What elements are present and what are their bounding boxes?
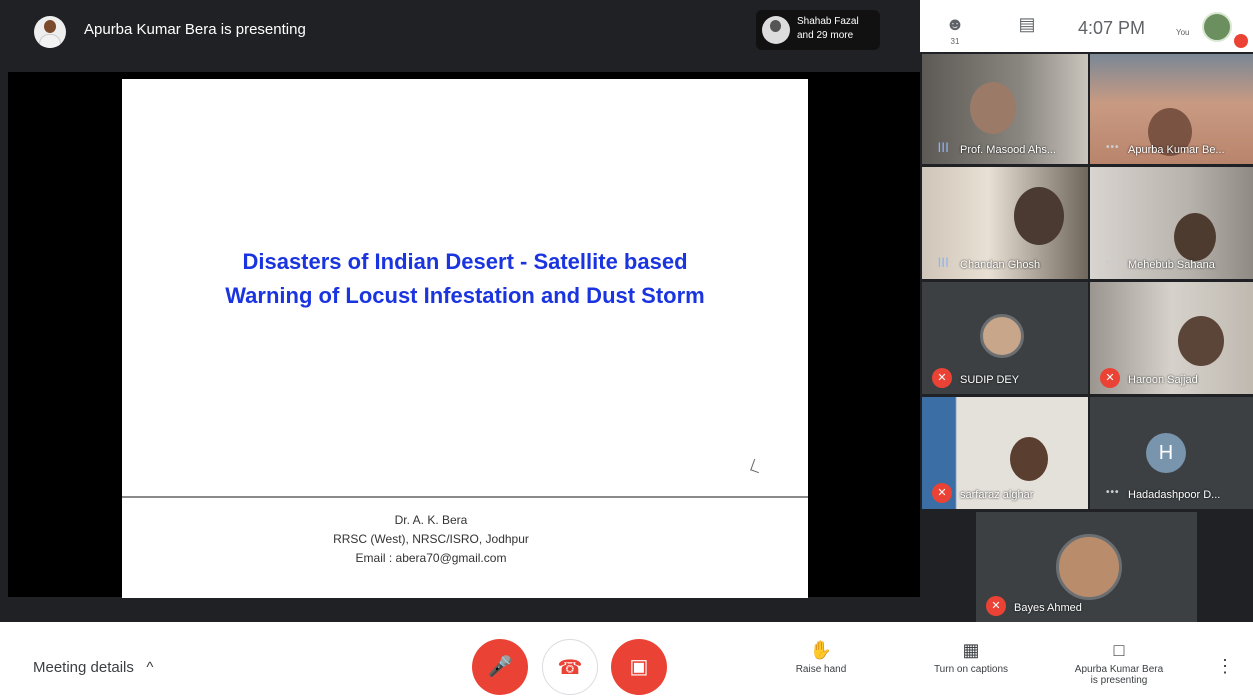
captions-label: Turn on captions [933,664,1009,675]
slide-divider [122,496,808,498]
more-vert-icon[interactable]: ⋮ [1216,656,1234,677]
self-avatar[interactable] [1202,12,1232,42]
cursor-icon [750,458,763,474]
camera-toggle-button[interactable]: ▣ [611,639,667,695]
speaking-indicator-icon: ||| [938,257,950,268]
raise-hand-label: Raise hand [795,664,847,675]
people-count: 31 [950,37,960,46]
participant-name: Chandan Ghosh [960,259,1041,271]
speaking-indicator-icon: ||| [938,142,950,153]
participant-tile[interactable]: ||| Chandan Ghosh [922,167,1088,279]
participant-tile[interactable]: ✕ SUDIP DEY [922,282,1088,394]
raise-hand-button[interactable]: ✋ Raise hand [786,640,856,675]
participant-tile[interactable]: ||| Prof. Masood Ahs... [922,54,1088,164]
meeting-toolbar-top: ☻31 ▤ 4:07 PM You [920,0,1253,52]
presenter-avatar [34,16,66,48]
audio-indicator-icon: ••• [1106,142,1120,153]
participants-chip-text: Shahab Fazal and 29 more [797,15,859,43]
participant-name: Hadadashpoor D... [1128,489,1221,501]
participant-name: SUDIP DEY [960,374,1020,386]
slide-affiliation: RRSC (West), NRSC/ISRO, Jodhpur [333,532,529,546]
participant-initial: H [1146,433,1186,473]
meeting-controls: Meeting details ^ 🎤 ☎ ▣ ✋ Raise hand ▦ T… [0,622,1253,696]
participant-name: Mehebub Sahana [1128,259,1215,271]
mic-off-icon: ✕ [932,368,952,388]
mic-off-icon: ✕ [986,596,1006,616]
participant-tile[interactable]: H ••• Hadadashpoor D... [1090,397,1253,509]
participant-avatar [762,16,790,44]
chevron-up-icon: ^ [138,659,154,676]
present-label-line2: is presenting [1090,675,1148,686]
captions-icon: ▦ [962,640,980,660]
presenting-status: Apurba Kumar Bera is presenting [84,21,306,38]
mic-off-icon: 🎤 [487,656,513,678]
participant-name: sarfaraz alghar [960,489,1034,501]
participant-tile[interactable]: ✕ sarfaraz alghar [922,397,1088,509]
presentation-header: Apurba Kumar Bera is presenting Shahab F… [0,0,920,72]
you-label: You [1176,28,1190,37]
participants-chip-line2: and 29 more [797,30,854,41]
audio-indicator-icon: ••• [1106,487,1120,498]
participant-tile[interactable]: ••• Apurba Kumar Be... [1090,54,1253,164]
mic-off-icon: ✕ [932,483,952,503]
meeting-details-label: Meeting details [33,659,134,676]
present-button[interactable]: □ Apurba Kumar Bera is presenting [1049,640,1189,686]
slide-title: Disasters of Indian Desert - Satellite b… [122,245,808,313]
mic-toggle-button[interactable]: 🎤 [472,639,528,695]
participants-chip-line1: Shahab Fazal [797,16,859,27]
slide: Disasters of Indian Desert - Satellite b… [122,79,808,598]
participant-name: Haroon Sajjad [1128,374,1198,386]
participant-name: Bayes Ahmed [1014,602,1082,614]
participant-grid: ||| Prof. Masood Ahs... ••• Apurba Kumar… [920,52,1253,622]
participant-tile[interactable]: ✕ Haroon Sajjad [1090,282,1253,394]
chat-icon[interactable]: ▤ [1014,14,1040,38]
captions-button[interactable]: ▦ Turn on captions [912,640,1030,675]
slide-email: Email : abera70@gmail.com [355,551,507,565]
notification-badge [1234,34,1248,48]
slide-footer: Dr. A. K. Bera RRSC (West), NRSC/ISRO, J… [122,511,740,568]
raise-hand-icon: ✋ [809,640,833,660]
slide-title-line2: Warning of Locust Infestation and Dust S… [225,283,705,308]
camera-off-icon: ▣ [629,656,649,678]
participant-name: Apurba Kumar Be... [1128,144,1225,156]
hang-up-button[interactable]: ☎ [542,639,598,695]
meeting-details-button[interactable]: Meeting details ^ [33,659,153,676]
hangup-icon: ☎ [557,657,583,679]
people-icon[interactable]: ☻31 [942,14,968,46]
clock: 4:07 PM [1078,18,1146,38]
slide-author: Dr. A. K. Bera [394,513,468,527]
slide-title-line1: Disasters of Indian Desert - Satellite b… [242,249,688,274]
present-icon: □ [1113,640,1125,660]
participant-tile[interactable]: ✕ Bayes Ahmed [976,512,1197,622]
participant-name: Prof. Masood Ahs... [960,144,1056,156]
participants-chip[interactable]: Shahab Fazal and 29 more [756,10,880,50]
audio-indicator-icon: ••• [1106,257,1120,268]
present-label-line1: Apurba Kumar Bera [1074,664,1164,675]
participant-tile[interactable]: ••• Mehebub Sahana [1090,167,1253,279]
mic-off-icon: ✕ [1100,368,1120,388]
